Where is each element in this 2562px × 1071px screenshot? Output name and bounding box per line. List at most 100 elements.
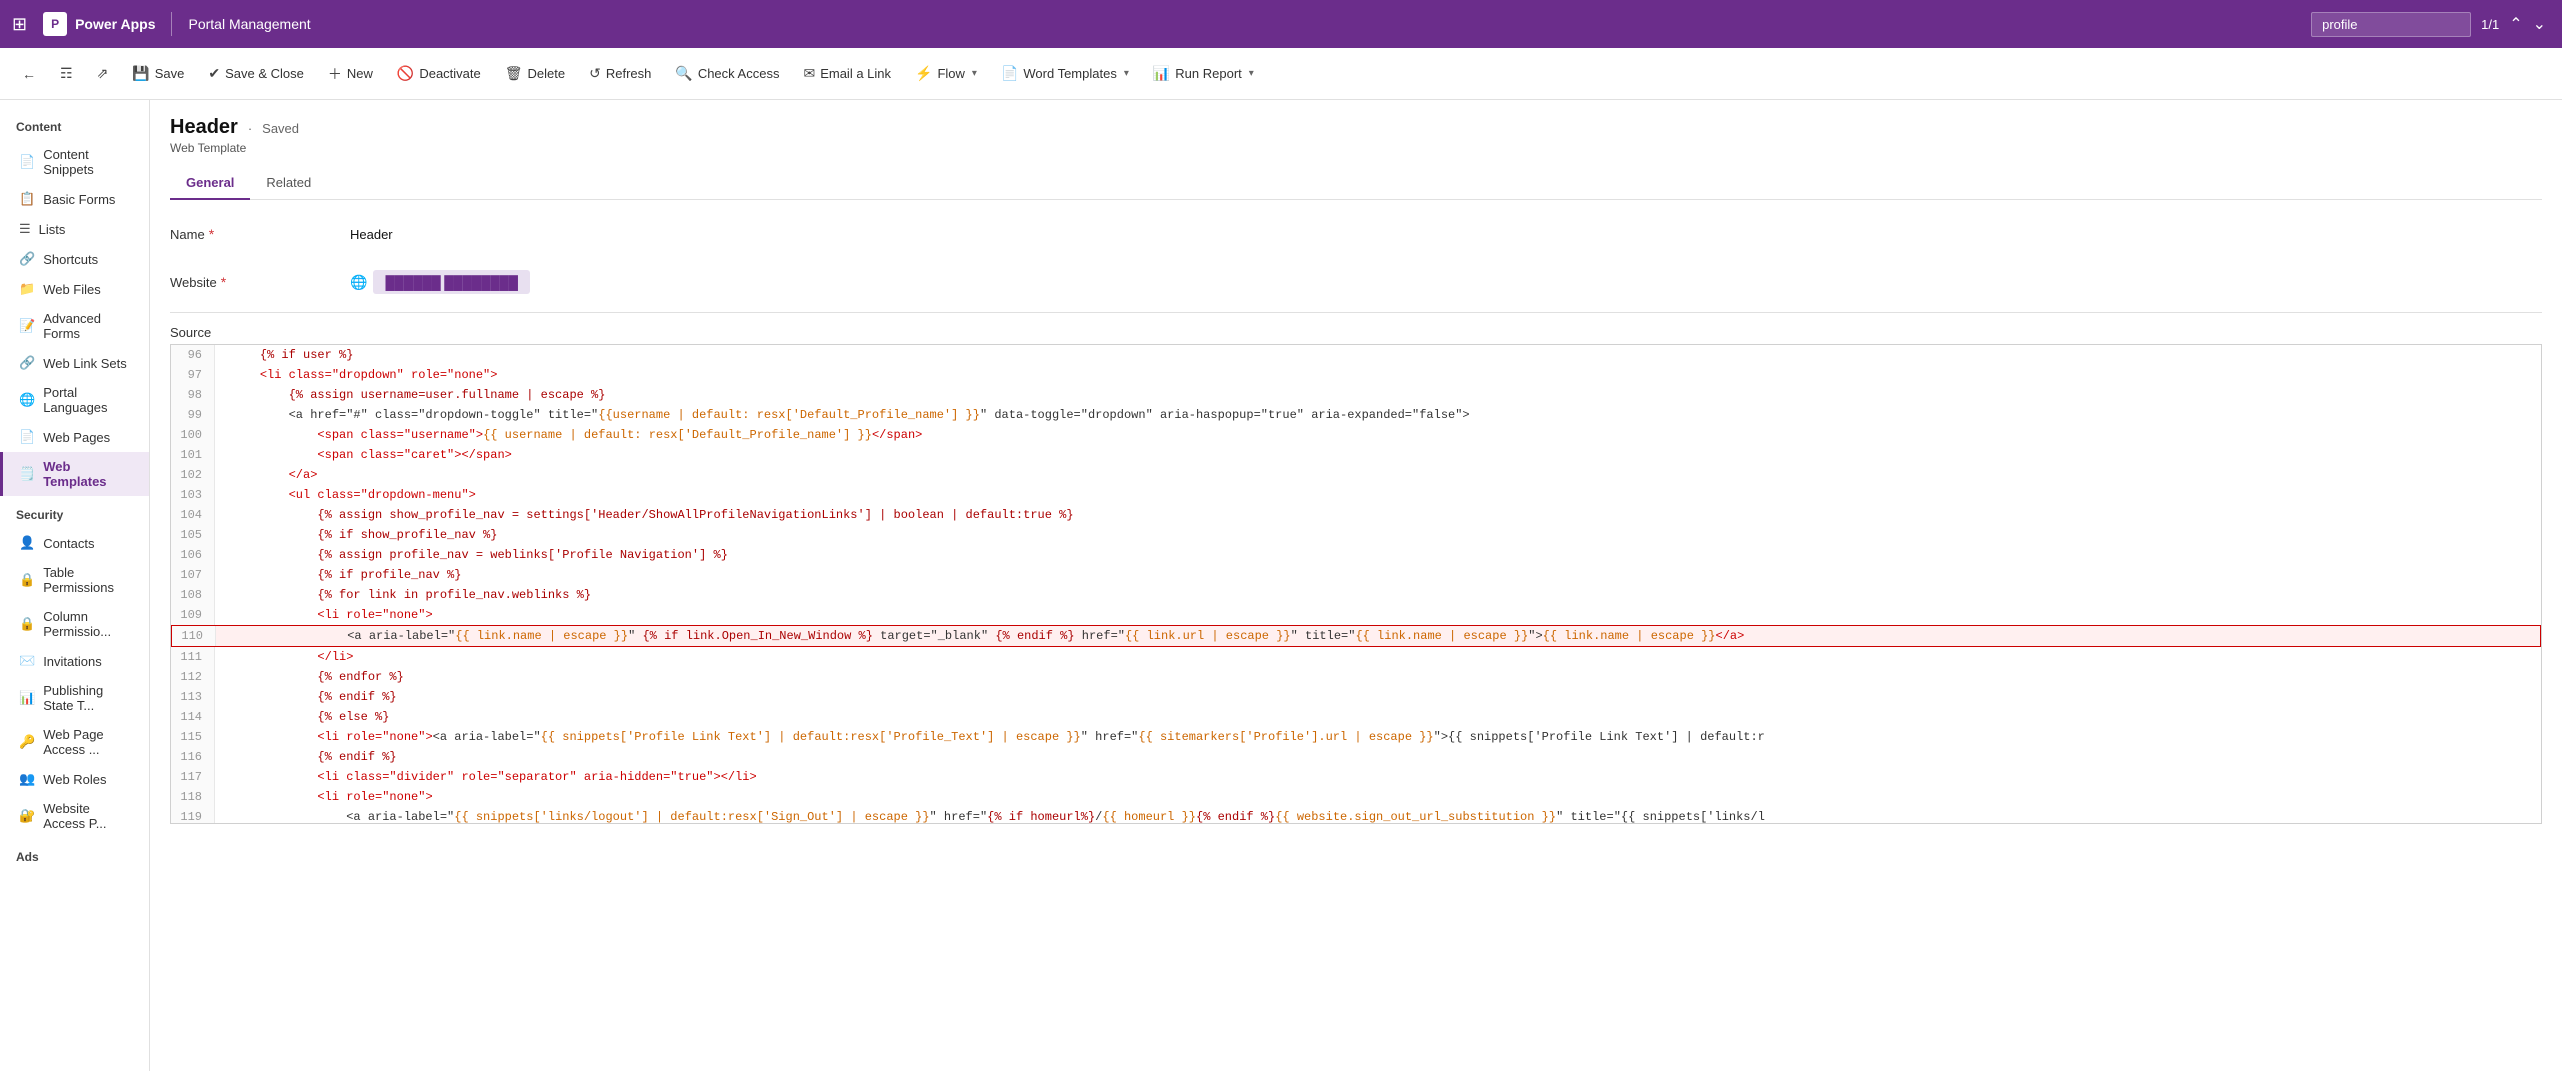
code-line: 104 {% assign show_profile_nav = setting… <box>171 505 2541 525</box>
sidebar-item-website-access[interactable]: 🔐 Website Access P... <box>0 794 149 838</box>
website-value-container: 🌐 ██████ ████████ <box>350 270 530 294</box>
code-line: 115 <li role="none"><a aria-label="{{ sn… <box>171 727 2541 747</box>
sidebar-item-label: Table Permissions <box>43 565 133 595</box>
email-icon: ✉ <box>803 65 815 82</box>
run-report-label: Run Report <box>1175 66 1241 81</box>
sidebar-item-web-link-sets[interactable]: 🔗 Web Link Sets <box>0 348 149 378</box>
run-report-button[interactable]: 📊 Run Report ▾ <box>1143 59 1264 88</box>
check-access-label: Check Access <box>698 66 780 81</box>
sidebar-item-column-permissions[interactable]: 🔒 Column Permissio... <box>0 602 149 646</box>
name-value[interactable]: Header <box>350 227 393 242</box>
sidebar-item-web-pages[interactable]: 📄 Web Pages <box>0 422 149 452</box>
word-templates-label: Word Templates <box>1023 66 1116 81</box>
section-title: Portal Management <box>188 16 310 32</box>
website-label: Website * <box>170 274 350 290</box>
code-line: 105 {% if show_profile_nav %} <box>171 525 2541 545</box>
name-required-star: * <box>209 226 214 242</box>
waffle-icon[interactable]: ⊞ <box>12 14 27 35</box>
sidebar-item-contacts[interactable]: 👤 Contacts <box>0 528 149 558</box>
line-content: <span class="caret"></span> <box>215 445 512 465</box>
word-templates-button[interactable]: 📄 Word Templates ▾ <box>991 59 1139 88</box>
sidebar-item-web-templates[interactable]: 🗒️ Web Templates <box>0 452 149 496</box>
new-button[interactable]: ＋ New <box>318 58 383 90</box>
contacts-icon: 👤 <box>19 535 35 551</box>
sidebar-item-web-page-access[interactable]: 🔑 Web Page Access ... <box>0 720 149 764</box>
website-value[interactable]: ██████ ████████ <box>373 270 530 294</box>
email-link-label: Email a Link <box>820 66 891 81</box>
sidebar-item-basic-forms[interactable]: 📋 Basic Forms <box>0 184 149 214</box>
tab-related[interactable]: Related <box>250 167 327 200</box>
save-close-label: Save & Close <box>225 66 304 81</box>
code-line: 101 <span class="caret"></span> <box>171 445 2541 465</box>
code-line: 119 <a aria-label="{{ snippets['links/lo… <box>171 807 2541 824</box>
back-icon: ← <box>22 66 36 82</box>
line-content: <a href="#" class="dropdown-toggle" titl… <box>215 405 1470 425</box>
line-number: 106 <box>171 545 215 565</box>
sidebar: Content 📄 Content Snippets 📋 Basic Forms… <box>0 100 150 1071</box>
line-number: 118 <box>171 787 215 807</box>
tab-bar: General Related <box>170 167 2542 200</box>
delete-button[interactable]: 🗑 Delete <box>495 59 575 88</box>
line-content: {% assign show_profile_nav = settings['H… <box>215 505 1074 525</box>
code-line: 97 <li class="dropdown" role="none"> <box>171 365 2541 385</box>
sidebar-item-lists[interactable]: ☰ Lists <box>0 214 149 244</box>
name-field-row: Name * Header <box>170 216 2542 252</box>
flow-button[interactable]: ⚡ Flow ▾ <box>905 59 987 88</box>
search-input[interactable] <box>2311 12 2471 37</box>
website-access-icon: 🔐 <box>19 808 35 824</box>
sidebar-item-invitations[interactable]: ✉️ Invitations <box>0 646 149 676</box>
share-button[interactable]: ⇗ <box>87 59 119 88</box>
run-report-chevron-icon: ▾ <box>1249 68 1254 79</box>
sidebar-item-label: Web Pages <box>43 430 110 445</box>
save-as-button[interactable]: ☶ <box>50 59 83 88</box>
line-content: <li class="divider" role="separator" ari… <box>215 767 757 787</box>
sidebar-item-web-roles[interactable]: 👥 Web Roles <box>0 764 149 794</box>
back-button[interactable]: ← <box>12 60 46 88</box>
line-content: {% for link in profile_nav.weblinks %} <box>215 585 591 605</box>
sidebar-item-label: Invitations <box>43 654 102 669</box>
ads-section-header: Ads <box>0 838 149 870</box>
website-required-star: * <box>221 274 226 290</box>
sidebar-item-content-snippets[interactable]: 📄 Content Snippets <box>0 140 149 184</box>
power-apps-icon: P <box>43 12 67 36</box>
sidebar-item-label: Web Templates <box>43 459 133 489</box>
record-separator: · <box>248 121 252 136</box>
sidebar-item-advanced-forms[interactable]: 📝 Advanced Forms <box>0 304 149 348</box>
delete-label: Delete <box>528 66 566 81</box>
sidebar-item-publishing-state[interactable]: 📊 Publishing State T... <box>0 676 149 720</box>
web-files-icon: 📁 <box>19 281 35 297</box>
sidebar-item-label: Column Permissio... <box>43 609 133 639</box>
nav-next-button[interactable]: ⌄ <box>2529 12 2550 36</box>
sidebar-item-label: Lists <box>39 222 66 237</box>
nav-prev-button[interactable]: ⌃ <box>2505 12 2526 36</box>
email-link-button[interactable]: ✉ Email a Link <box>793 59 901 88</box>
content-section-header: Content <box>0 108 149 140</box>
sidebar-item-shortcuts[interactable]: 🔗 Shortcuts <box>0 244 149 274</box>
code-line: 117 <li class="divider" role="separator"… <box>171 767 2541 787</box>
flow-label: Flow <box>937 66 964 81</box>
sidebar-item-label: Contacts <box>43 536 94 551</box>
tab-general[interactable]: General <box>170 167 250 200</box>
line-content: {% else %} <box>215 707 389 727</box>
sidebar-item-label: Publishing State T... <box>43 683 133 713</box>
save-button[interactable]: 💾 Save <box>122 59 194 88</box>
new-icon: ＋ <box>328 64 342 84</box>
line-number: 117 <box>171 767 215 787</box>
save-close-button[interactable]: ✔ Save & Close <box>198 59 314 88</box>
sidebar-item-portal-languages[interactable]: 🌐 Portal Languages <box>0 378 149 422</box>
web-page-access-icon: 🔑 <box>19 734 35 750</box>
line-number: 105 <box>171 525 215 545</box>
sidebar-item-web-files[interactable]: 📁 Web Files <box>0 274 149 304</box>
code-editor[interactable]: 96 {% if user %}97 <li class="dropdown" … <box>170 344 2542 824</box>
deactivate-button[interactable]: 🚫 Deactivate <box>387 59 491 88</box>
check-access-button[interactable]: 🔍 Check Access <box>665 59 789 88</box>
sidebar-item-table-permissions[interactable]: 🔒 Table Permissions <box>0 558 149 602</box>
code-line: 99 <a href="#" class="dropdown-toggle" t… <box>171 405 2541 425</box>
line-number: 97 <box>171 365 215 385</box>
column-permissions-icon: 🔒 <box>19 616 35 632</box>
line-number: 98 <box>171 385 215 405</box>
sidebar-item-label: Web Page Access ... <box>43 727 133 757</box>
sidebar-item-label: Content Snippets <box>43 147 133 177</box>
refresh-button[interactable]: ↺ Refresh <box>579 59 661 88</box>
code-line: 110 <a aria-label="{{ link.name | escape… <box>171 625 2541 647</box>
